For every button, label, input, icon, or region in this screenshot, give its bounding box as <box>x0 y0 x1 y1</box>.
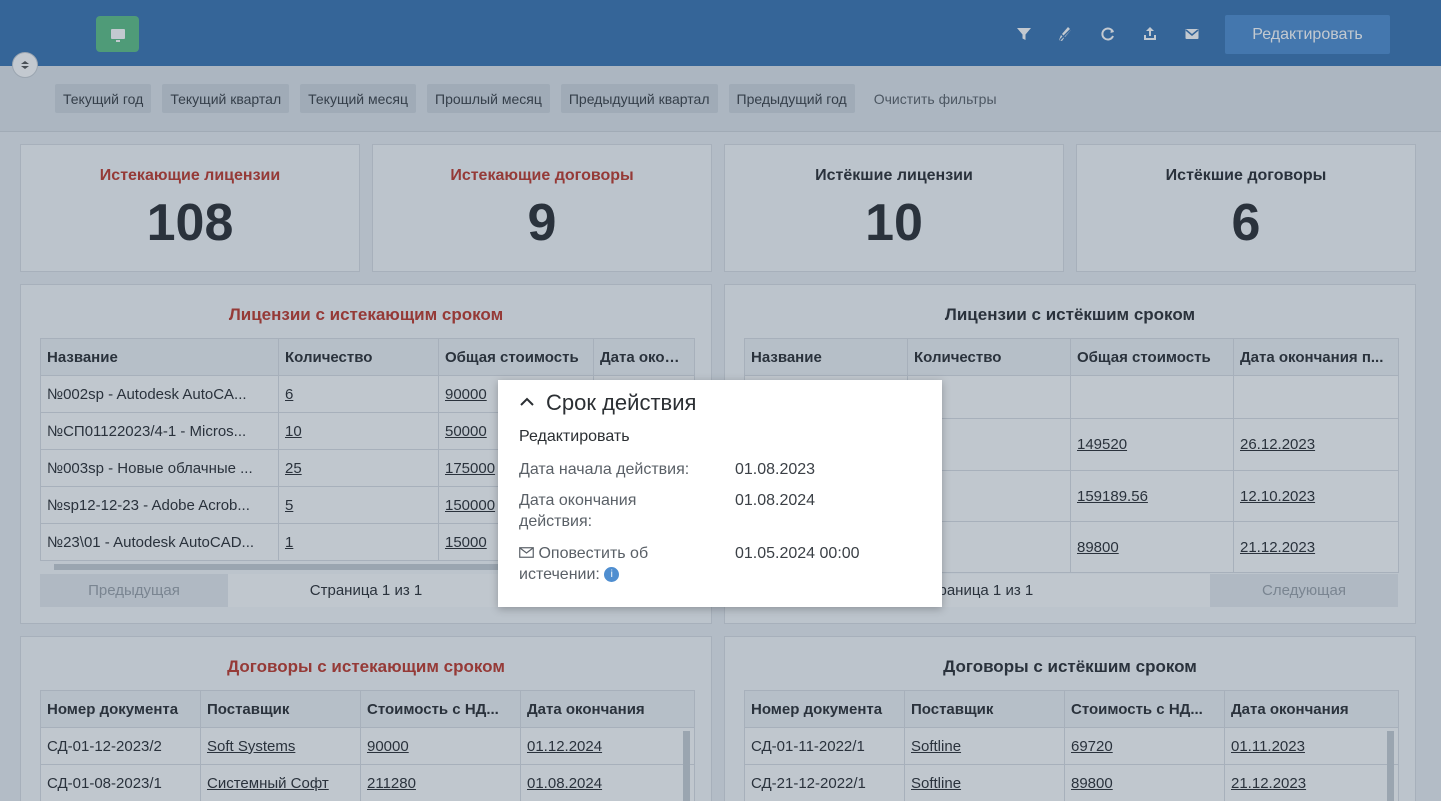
mail-icon <box>519 545 538 562</box>
start-date-label: Дата начала действия: <box>519 461 690 478</box>
end-date-value: 01.08.2024 <box>735 492 816 509</box>
end-date-label: Дата окончания действия: <box>519 492 637 530</box>
popup-header[interactable]: Срок действия <box>520 390 696 416</box>
validity-period-popup: Срок действия Редактировать Дата начала … <box>498 380 942 607</box>
popup-edit-link[interactable]: Редактировать <box>519 428 630 446</box>
notify-value: 01.05.2024 00:00 <box>735 545 860 562</box>
notify-label-wrap: Оповестить об истечении: i <box>519 543 689 585</box>
popup-title: Срок действия <box>546 390 697 415</box>
info-icon[interactable]: i <box>604 567 620 583</box>
notify-label: Оповестить об истечении: <box>519 545 649 583</box>
start-date-value: 01.08.2023 <box>735 461 816 478</box>
chevron-up-icon[interactable] <box>520 394 534 412</box>
